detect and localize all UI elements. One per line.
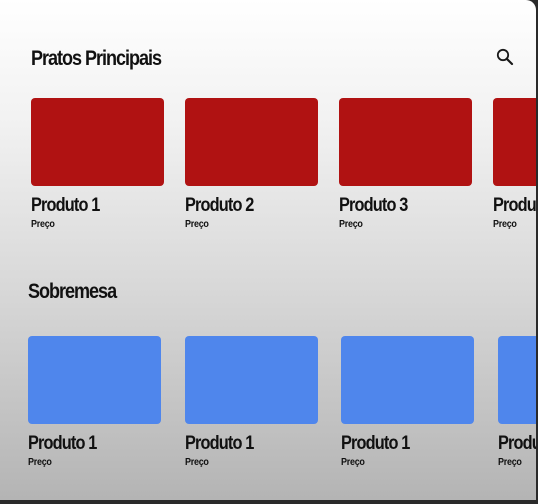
product-price: Preço [28,457,52,468]
product-price: Preço [341,457,365,468]
product-card[interactable]: Produto 1 Preço [28,336,162,469]
product-price: Preço [31,219,55,230]
product-image [498,336,536,424]
product-name: Produto 2 [185,195,254,216]
product-card[interactable]: Produto 4 Preço [493,98,536,231]
product-name: Produto 1 [31,195,100,216]
product-image [185,336,318,424]
product-price: Preço [498,457,522,468]
product-card[interactable]: Produto 1 Preço [185,336,319,469]
search-icon [496,48,514,66]
product-price: Preço [185,457,209,468]
product-name: Produto 4 [493,195,536,216]
product-row-sobremesa: Produto 1 Preço Produto 1 Preço Produto … [0,336,536,486]
product-price: Preço [185,219,209,230]
product-price: Preço [493,219,517,230]
product-image [31,98,164,186]
product-image [493,98,536,186]
search-button[interactable] [492,44,518,70]
product-name: Produto 3 [339,195,408,216]
product-name: Produto 1 [28,433,97,454]
app-screen: Pratos Principais Produto 1 Preço Produt… [0,0,536,500]
product-price: Preço [339,219,363,230]
section-title-sobremesa: Sobremesa [28,280,117,303]
product-image [339,98,472,186]
section-title-pratos-principais: Pratos Principais [31,47,162,70]
product-name: Produto 1 [498,433,536,454]
product-card[interactable]: Produto 1 Preço [498,336,536,469]
product-image [341,336,474,424]
product-card[interactable]: Produto 1 Preço [341,336,475,469]
product-image [185,98,318,186]
product-card[interactable]: Produto 1 Preço [31,98,165,231]
product-name: Produto 1 [185,433,254,454]
product-name: Produto 1 [341,433,410,454]
product-row-pratos-principais: Produto 1 Preço Produto 2 Preço Produto … [0,98,536,248]
product-card[interactable]: Produto 2 Preço [185,98,319,231]
product-image [28,336,161,424]
product-card[interactable]: Produto 3 Preço [339,98,473,231]
